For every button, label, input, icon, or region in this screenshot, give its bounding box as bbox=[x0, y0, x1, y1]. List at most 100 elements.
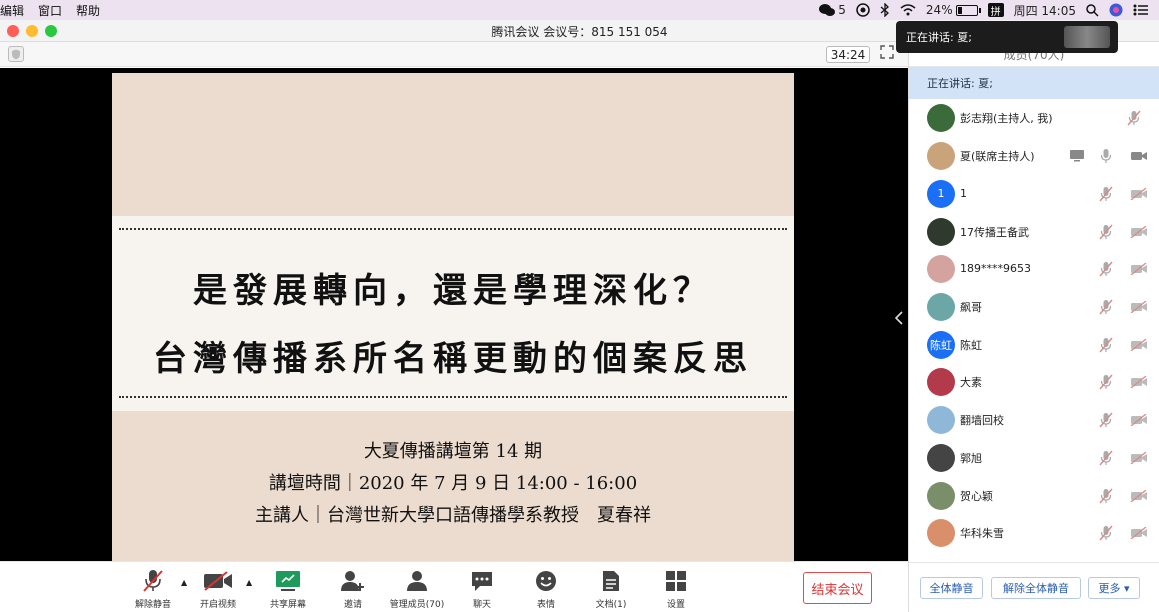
member-row[interactable]: 飙哥 bbox=[909, 288, 1159, 325]
camera-off-icon[interactable] bbox=[1130, 450, 1148, 465]
spotlight-search-icon[interactable] bbox=[1086, 3, 1099, 17]
member-row[interactable]: 贺心颖 bbox=[909, 477, 1159, 514]
qq-icon[interactable] bbox=[856, 3, 870, 17]
member-avatar bbox=[927, 141, 955, 170]
camera-off-icon[interactable] bbox=[1130, 412, 1148, 427]
battery-status[interactable]: 24% bbox=[925, 3, 981, 17]
member-row[interactable]: 华科朱雪 bbox=[909, 514, 1159, 551]
muted-mic-icon[interactable] bbox=[1127, 110, 1141, 126]
more-button[interactable]: 更多 ▾ bbox=[1088, 577, 1140, 599]
member-row[interactable]: 17传播王备武 bbox=[909, 213, 1159, 250]
muted-mic-icon[interactable] bbox=[1099, 299, 1113, 315]
camera-off-icon[interactable] bbox=[1130, 374, 1148, 389]
member-name: 189****9653 bbox=[960, 262, 1031, 275]
wechat-icon[interactable]: 5 bbox=[819, 3, 846, 17]
member-name: 大素 bbox=[960, 375, 982, 389]
slide-lecture-time: 講壇時間｜2020 年 7 月 9 日 14:00 - 16:00 bbox=[268, 473, 638, 494]
member-name: 夏(联席主持人) bbox=[960, 149, 1035, 163]
security-shield-icon[interactable] bbox=[8, 46, 24, 62]
chat-label: 聊天 bbox=[472, 600, 491, 610]
meeting-controls: 解除静音 ▲ 开启视频 ▲ 共享屏幕 邀请 管理成员(70) 聊天 表情 文档(… bbox=[0, 561, 908, 612]
menubar: 编辑 窗口 帮助 5 24% 拼 周四 14:05 bbox=[0, 0, 1159, 20]
member-row[interactable]: 翻墙回校 bbox=[909, 401, 1159, 438]
member-name: 贺心颖 bbox=[960, 489, 993, 503]
member-name: 1 bbox=[960, 187, 967, 200]
muted-mic-icon bbox=[142, 569, 164, 596]
muted-mic-icon[interactable] bbox=[1099, 261, 1113, 277]
member-avatar bbox=[927, 481, 955, 510]
share-screen-button[interactable]: 共享屏幕 bbox=[258, 570, 318, 610]
speaking-toast: 正在讲话: 夏; bbox=[896, 21, 1118, 53]
member-row[interactable]: 11 bbox=[909, 175, 1159, 212]
battery-percent: 24% bbox=[925, 3, 953, 17]
control-center-icon[interactable] bbox=[1133, 3, 1149, 17]
slide-title-band bbox=[112, 216, 794, 411]
manage-members-button[interactable]: 管理成员(70) bbox=[387, 570, 447, 610]
share-screen-icon bbox=[275, 570, 301, 595]
unmute-button[interactable]: 解除静音 bbox=[123, 569, 183, 610]
camera-off-icon[interactable] bbox=[1130, 224, 1148, 239]
video-options-caret-icon[interactable]: ▲ bbox=[246, 578, 252, 587]
muted-mic-icon[interactable] bbox=[1099, 450, 1113, 466]
slide-lecture-series: 大夏傳播講壇第 14 期 bbox=[363, 441, 543, 462]
muted-mic-icon[interactable] bbox=[1099, 525, 1113, 541]
camera-off-icon[interactable] bbox=[1130, 525, 1148, 540]
member-row[interactable]: 大素 bbox=[909, 363, 1159, 400]
start-video-label: 开启视频 bbox=[199, 600, 236, 610]
invite-label: 邀请 bbox=[343, 600, 362, 610]
mute-all-button[interactable]: 全体静音 bbox=[920, 577, 983, 599]
chat-button[interactable]: 聊天 bbox=[452, 570, 512, 610]
meeting-info-bar: 34:24 bbox=[0, 42, 908, 67]
camera-off-icon[interactable] bbox=[1130, 488, 1148, 503]
muted-mic-icon[interactable] bbox=[1099, 186, 1113, 202]
docs-button[interactable]: 文档(1) bbox=[581, 570, 641, 610]
member-avatar bbox=[927, 292, 955, 321]
member-row[interactable]: 陈虹 陈虹 bbox=[909, 326, 1159, 363]
reactions-button[interactable]: 表情 bbox=[516, 570, 576, 610]
member-row[interactable]: 189****9653 bbox=[909, 250, 1159, 287]
add-user-icon bbox=[340, 570, 366, 595]
menu-help[interactable]: 帮助 bbox=[76, 2, 100, 19]
member-name: 郭旭 bbox=[960, 451, 982, 465]
mic-icon[interactable] bbox=[1099, 148, 1113, 164]
unmute-all-button[interactable]: 解除全体静音 bbox=[991, 577, 1081, 599]
member-avatar bbox=[927, 518, 955, 547]
camera-off-icon[interactable] bbox=[1130, 299, 1148, 314]
camera-off-icon[interactable] bbox=[1130, 186, 1148, 201]
muted-mic-icon[interactable] bbox=[1099, 488, 1113, 504]
status-area: 5 24% 拼 周四 14:05 bbox=[819, 0, 1149, 20]
end-meeting-button[interactable]: 结束会议 bbox=[803, 572, 872, 604]
start-video-button[interactable]: 开启视频 bbox=[188, 570, 248, 610]
wechat-count: 5 bbox=[838, 3, 846, 17]
slide-title-line2: 台灣傳播系所名稱更動的個案反思 bbox=[153, 339, 753, 379]
settings-button[interactable]: 设置 bbox=[646, 570, 706, 610]
member-row[interactable]: 夏(联席主持人) bbox=[909, 137, 1159, 174]
wifi-icon[interactable] bbox=[900, 3, 916, 17]
member-avatar bbox=[927, 405, 955, 434]
collapse-panel-icon[interactable] bbox=[894, 310, 903, 329]
member-name: 华科朱雪 bbox=[960, 526, 1004, 540]
muted-mic-icon[interactable] bbox=[1099, 374, 1113, 390]
muted-mic-icon[interactable] bbox=[1099, 224, 1113, 240]
input-method-icon[interactable]: 拼 bbox=[987, 3, 1004, 18]
fullscreen-icon[interactable] bbox=[880, 45, 894, 63]
member-row[interactable]: 彭志翔(主持人, 我) bbox=[909, 99, 1159, 136]
camera-off-icon[interactable] bbox=[1130, 337, 1148, 352]
siri-icon[interactable] bbox=[1109, 3, 1123, 17]
member-row[interactable]: 郭旭 bbox=[909, 439, 1159, 476]
muted-mic-icon[interactable] bbox=[1099, 337, 1113, 353]
audio-options-caret-icon[interactable]: ▲ bbox=[181, 578, 187, 587]
menu-edit[interactable]: 编辑 bbox=[0, 2, 24, 19]
slide-divider-top bbox=[119, 228, 787, 230]
grid-settings-icon bbox=[665, 570, 687, 595]
invite-button[interactable]: 邀请 bbox=[323, 570, 383, 610]
camera-off-icon[interactable] bbox=[1130, 261, 1148, 276]
reactions-label: 表情 bbox=[536, 600, 555, 610]
camera-icon[interactable] bbox=[1130, 150, 1148, 162]
muted-mic-icon[interactable] bbox=[1099, 412, 1113, 428]
menu-window[interactable]: 窗口 bbox=[38, 2, 62, 19]
member-name: 飙哥 bbox=[960, 300, 982, 314]
member-avatar bbox=[927, 254, 955, 283]
clock[interactable]: 周四 14:05 bbox=[1014, 2, 1076, 19]
bluetooth-icon[interactable] bbox=[880, 3, 890, 17]
